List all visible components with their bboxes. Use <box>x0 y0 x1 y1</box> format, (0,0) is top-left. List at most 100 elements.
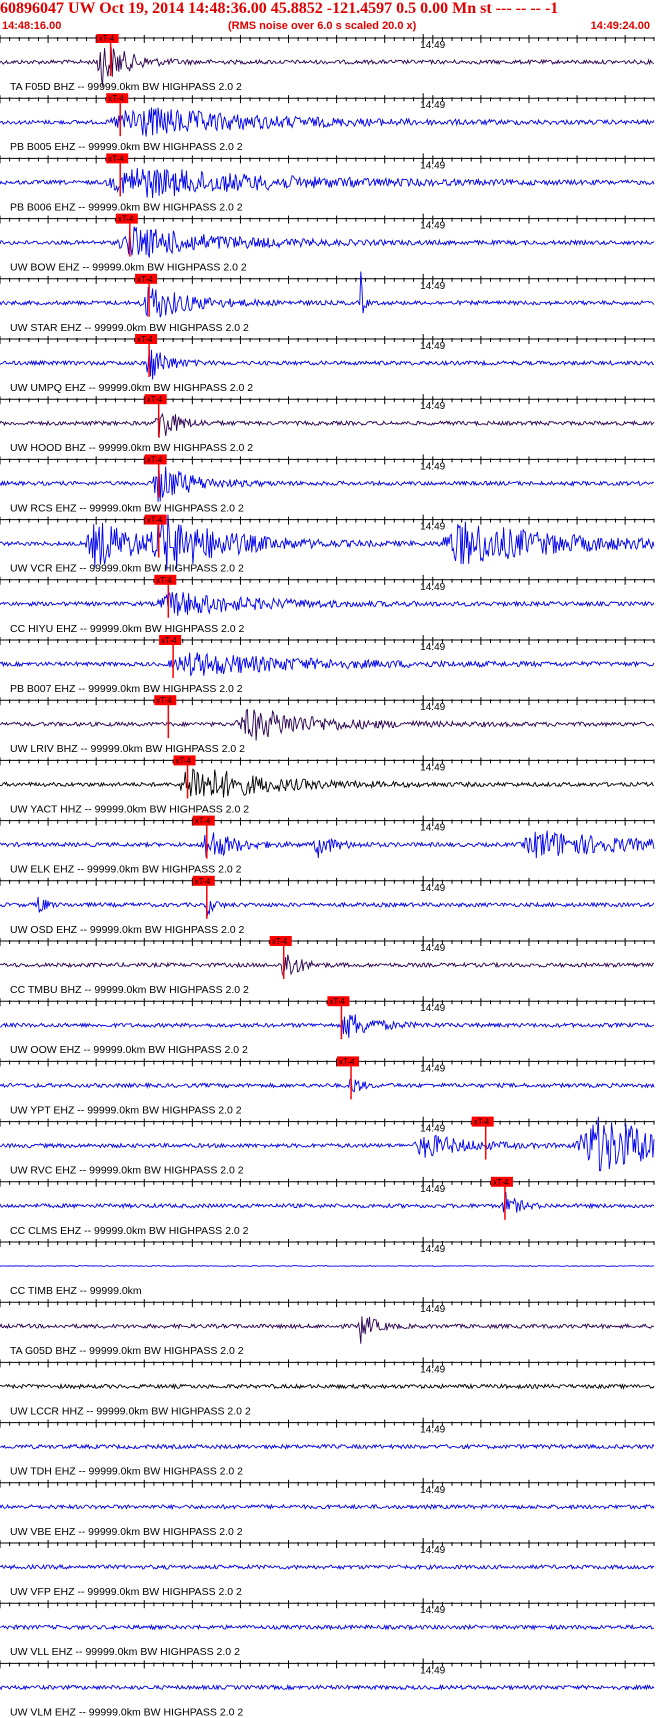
station-label: UW VCR EHZ -- 99999.0km BW HIGHPASS 2.0 … <box>10 563 244 575</box>
minute-label: 14:49 <box>420 522 445 533</box>
waveform <box>0 768 655 798</box>
minute-label: 14:49 <box>420 1425 445 1436</box>
station-label: PB B005 EHZ -- 99999.0km BW HIGHPASS 2.0… <box>10 141 243 153</box>
waveform <box>0 1116 655 1172</box>
minute-label: 14:49 <box>420 1003 445 1014</box>
waveform <box>0 1623 655 1631</box>
waveform <box>0 412 655 438</box>
station-label: UW YACT HHZ -- 99999.0km BW HIGHPASS 2.0… <box>10 803 249 815</box>
station-label: UW BOW EHZ -- 99999.0km BW HIGHPASS 2.0 … <box>10 262 247 274</box>
trace-row: 14:49 xT-4 UW ELK EHZ -- 99999.0km BW HIGH… <box>0 815 655 876</box>
minute-label: 14:49 <box>420 160 445 171</box>
station-label: UW VFP EHZ -- 99999.0km BW HIGHPASS 2.0 … <box>10 1586 242 1598</box>
minute-label: 14:49 <box>420 281 445 292</box>
waveform <box>0 1503 655 1511</box>
trace-row: 14:49 UW VBE EHZ -- 99999.0km BW HIGHPASS… <box>0 1477 655 1538</box>
waveform <box>0 1683 655 1691</box>
pick-label: xT-4 <box>147 455 163 464</box>
trace-row: 14:49 UW VLL EHZ -- 99999.0km BW HIGHPASS… <box>0 1598 655 1658</box>
end-time: 14:49:24.00 <box>590 20 650 32</box>
trace-row: 14:49 UW VLM EHZ -- 99999.0km BW HIGHPASS… <box>0 1658 655 1718</box>
station-label: UW OSD EHZ -- 99999.0km BW HIGHPASS 2.0 … <box>10 924 245 936</box>
minute-label: 14:49 <box>420 461 445 472</box>
minute-label: 14:49 <box>420 401 445 412</box>
station-label: TA F05D BHZ -- 99999.0km BW HIGHPASS 2.0… <box>10 81 242 93</box>
minute-label: 14:49 <box>420 582 445 593</box>
station-label: UW YPT EHZ -- 99999.0km BW HIGHPASS 2.0 … <box>10 1104 242 1116</box>
trace-row: 14:49 xT-4 UW YACT HHZ -- 99999.0km BW HIG… <box>0 755 655 815</box>
waveform <box>0 1382 655 1391</box>
station-label: CC HIYU EHZ -- 99999.0km BW HIGHPASS 2.0… <box>10 623 245 635</box>
trace-row: 14:49 xT-4 UW RCS EHZ -- 99999.0km BW HIGH… <box>0 454 655 514</box>
minute-label: 14:49 <box>420 1124 445 1135</box>
station-label: UW LRIV BHZ -- 99999.0km BW HIGHPASS 2.0… <box>10 743 245 755</box>
waveform <box>0 1563 655 1571</box>
waveform <box>0 954 655 978</box>
minute-label: 14:49 <box>420 1485 445 1496</box>
trace-row: 14:49 UW VFP EHZ -- 99999.0km BW HIGHPASS… <box>0 1538 655 1598</box>
waveform <box>0 1316 655 1344</box>
minute-label: 14:49 <box>420 1304 445 1315</box>
station-label: UW VBE EHZ -- 99999.0km BW HIGHPASS 2.0 … <box>10 1526 243 1538</box>
waveform <box>0 1076 655 1093</box>
pick-label: xT-4 <box>147 516 163 525</box>
minute-label: 14:49 <box>420 943 445 954</box>
minute-label: 14:49 <box>420 702 445 713</box>
waveform <box>0 1014 655 1038</box>
trace-row: 14:49 xT-4 UW UMPQ EHZ -- 99999.0km BW HIG… <box>0 334 655 394</box>
trace-row: 14:49 xT-4 UW BOW EHZ -- 99999.0km BW HIGH… <box>0 213 655 274</box>
pick-label: xT-4 <box>156 696 172 705</box>
trace-row: 14:49 xT-4 UW LRIV BHZ -- 99999.0km BW HIG… <box>0 695 655 755</box>
station-label: PB B006 EHZ -- 99999.0km BW HIGHPASS 2.0… <box>10 201 243 213</box>
rms-note: (RMS noise over 6.0 s scaled 20.0 x) <box>228 20 417 32</box>
station-label: UW RCS EHZ -- 99999.0km BW HIGHPASS 2.0 … <box>10 502 244 514</box>
minute-label: 14:49 <box>420 1545 445 1556</box>
waveform <box>0 107 655 137</box>
waveform <box>0 652 655 676</box>
trace-row: 14:49 UW LCCR HHZ -- 99999.0km BW HIGHPAS… <box>0 1357 655 1417</box>
minute-label: 14:49 <box>420 1063 445 1074</box>
pick-label: xT-4 <box>99 34 115 43</box>
pick-label: xT-4 <box>493 1178 509 1187</box>
station-label: UW RVC EHZ -- 99999.0km BW HIGHPASS 2.0 … <box>10 1165 244 1177</box>
trace-row: 14:49 xT-4 UW VCR EHZ -- 99999.0km BW HIGH… <box>0 514 655 575</box>
minute-label: 14:49 <box>420 1665 445 1676</box>
pick-label: xT-4 <box>108 154 124 163</box>
station-label: UW ELK EHZ -- 99999.0km BW HIGHPASS 2.0 … <box>10 864 242 876</box>
pick-label: xT-4 <box>272 937 288 946</box>
minute-label: 14:49 <box>420 100 445 111</box>
seismogram-plot: 14:49 xT-4 TA F05D BHZ -- 99999.0km BW HIG… <box>0 34 655 1718</box>
minute-label: 14:49 <box>420 642 445 653</box>
trace-row: 14:49 UW TDH EHZ -- 99999.0km BW HIGHPASS… <box>0 1417 655 1478</box>
pick-label: xT-4 <box>195 877 211 886</box>
waveform <box>0 1443 655 1450</box>
trace-row: 14:49 xT-4 CC TMBU BHZ -- 99999.0km BW HIG… <box>0 936 655 996</box>
station-label: PB B007 EHZ -- 99999.0km BW HIGHPASS 2.0… <box>10 683 243 695</box>
trace-row: 14:49 xT-4 TA F05D BHZ -- 99999.0km BW HIG… <box>0 34 655 93</box>
waveform <box>0 167 655 199</box>
trace-row: 14:49 xT-4 UW RVC EHZ -- 99999.0km BW HIGH… <box>0 1116 655 1177</box>
pick-label: xT-4 <box>156 576 172 585</box>
trace-row: 14:49 xT-4 UW OSD EHZ -- 99999.0km BW HIGH… <box>0 875 655 936</box>
waveform <box>0 708 655 741</box>
waveform <box>0 349 655 380</box>
start-time: 14:48:16.00 <box>2 20 62 32</box>
station-label: UW TDH EHZ -- 99999.0km BW HIGHPASS 2.0 … <box>10 1466 243 1478</box>
trace-row: 14:49 TA G05D BHZ -- 99999.0km BW HIGHPAS… <box>0 1297 655 1357</box>
event-title: 60896047 UW Oct 19, 2014 14:48:36.00 45.… <box>0 0 559 17</box>
waveform <box>0 896 655 917</box>
waveform <box>0 1191 655 1213</box>
station-label: CC TMBU BHZ -- 99999.0km BW HIGHPASS 2.0… <box>10 984 249 996</box>
pick-label: xT-4 <box>195 817 211 826</box>
trace-row: 14:49 xT-4 PB B007 EHZ -- 99999.0km BW HIG… <box>0 635 655 695</box>
station-label: UW VLL EHZ -- 99999.0km BW HIGHPASS 2.0 … <box>10 1646 240 1658</box>
station-label: UW OOW EHZ -- 99999.0km BW HIGHPASS 2.0 … <box>10 1044 248 1056</box>
trace-row: 14:49 xT-4 PB B006 EHZ -- 99999.0km BW HIG… <box>0 153 655 213</box>
waveform <box>0 1265 654 1267</box>
station-label: UW VLM EHZ -- 99999.0km BW HIGHPASS 2.0 … <box>10 1706 243 1718</box>
trace-row: 14:49 xT-4 UW HOOD BHZ -- 99999.0km BW HIG… <box>0 394 655 454</box>
pick-label: xT-4 <box>176 756 192 765</box>
waveform <box>0 830 655 859</box>
minute-label: 14:49 <box>420 823 445 834</box>
waveform <box>0 466 655 502</box>
